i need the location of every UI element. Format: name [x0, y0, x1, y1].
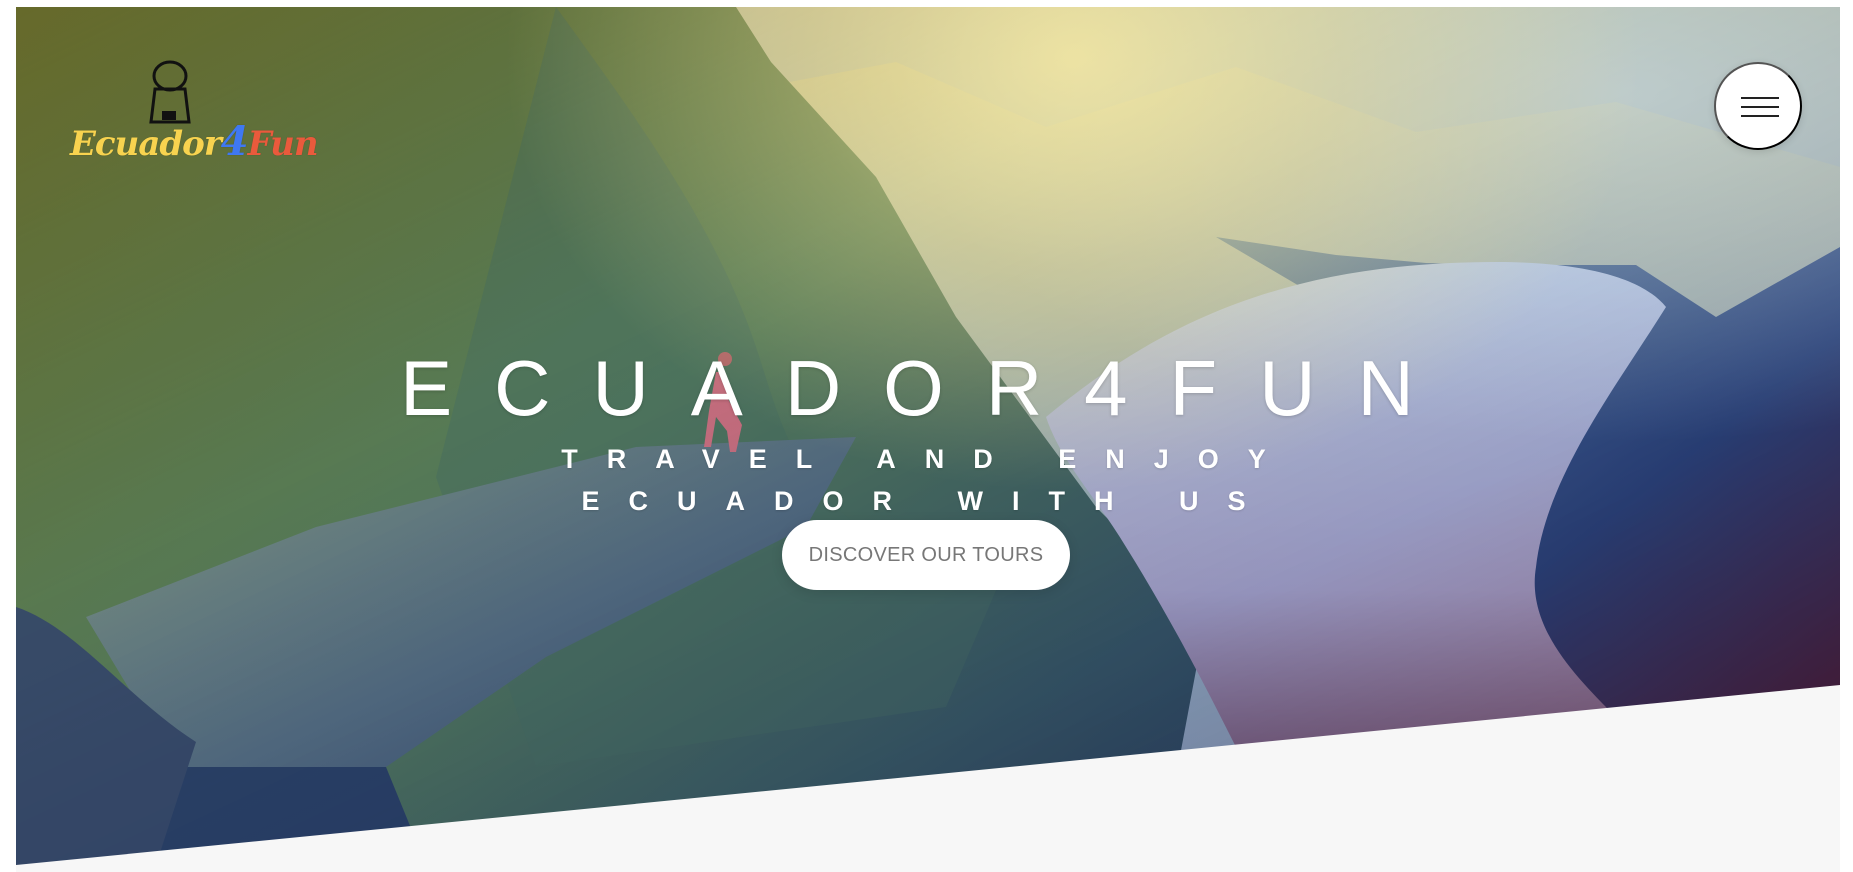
logo-word-four: 4 — [220, 118, 249, 165]
discover-tours-button[interactable]: DISCOVER OUR TOURS — [782, 520, 1070, 590]
site-logo[interactable]: Ecuador4Fun — [70, 58, 319, 165]
hero-subtitle: TRAVEL AND ENJOY ECUADOR WITH US — [561, 444, 1295, 516]
logo-word-fun: Fun — [247, 124, 319, 164]
menu-button[interactable] — [1714, 62, 1802, 150]
menu-icon-line-bottom — [1741, 115, 1779, 117]
logo-wordmark: Ecuador4Fun — [70, 118, 319, 165]
page-frame: Ecuador4Fun ECUADOR4FUN TRAVEL AND ENJOY… — [16, 7, 1840, 872]
menu-icon-line-middle — [1741, 106, 1779, 108]
hero-section: Ecuador4Fun ECUADOR4FUN TRAVEL AND ENJOY… — [16, 7, 1840, 865]
menu-icon-line-top — [1741, 97, 1779, 99]
hero-title: ECUADOR4FUN — [400, 344, 1456, 433]
logo-word-ecuador: Ecuador — [70, 124, 222, 164]
